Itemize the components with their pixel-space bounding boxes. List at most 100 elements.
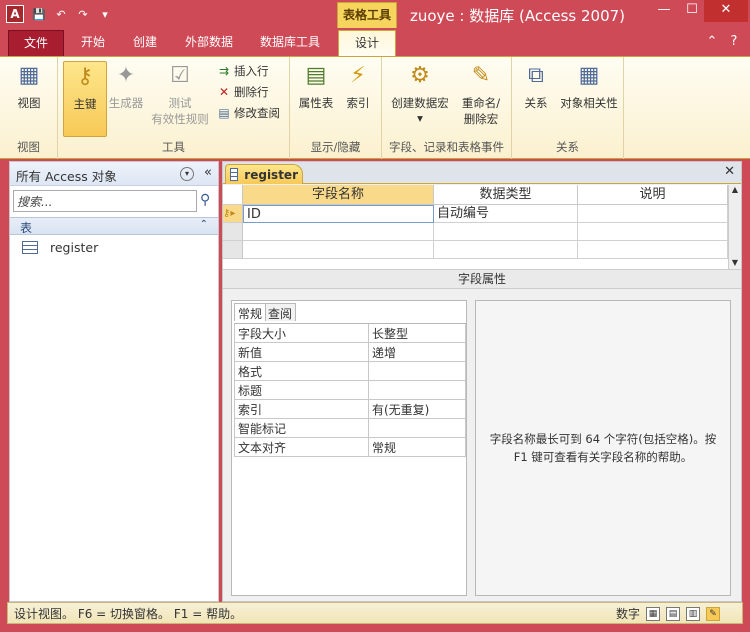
test-label-2: 有效性规则	[151, 112, 209, 126]
nav-search-input[interactable]: 搜索...	[13, 190, 197, 212]
relationships-button[interactable]: ⧉ 关系	[514, 61, 558, 111]
prop-value[interactable]	[369, 381, 465, 399]
delete-row-button[interactable]: ✕ 删除行	[216, 82, 269, 102]
doc-tab-register[interactable]: register	[225, 164, 303, 184]
group-title-events: 字段、记录和表格事件	[389, 140, 504, 154]
tab-general[interactable]: 常规	[234, 303, 267, 321]
group-title-show-hide: 显示/隐藏	[310, 140, 361, 154]
tab-design[interactable]: 设计	[338, 30, 396, 56]
empty-cell[interactable]	[243, 223, 434, 241]
table-row[interactable]: 标题	[234, 381, 466, 400]
group-title-view: 视图	[17, 140, 40, 154]
rename-label-2: 删除宏	[463, 112, 499, 126]
collapse-pane-icon[interactable]: «	[204, 165, 212, 180]
nav-item-register[interactable]: register	[22, 238, 98, 256]
empty-cell[interactable]	[243, 241, 434, 259]
prop-value[interactable]: 长整型	[369, 324, 465, 342]
table-row[interactable]: 文本对齐 常规	[234, 438, 466, 457]
prop-value[interactable]	[369, 362, 465, 380]
close-document-icon[interactable]: ✕	[724, 164, 735, 179]
group-relationships: ⧉ 关系 ▦ 对象相关性 关系	[512, 57, 624, 159]
grid-scrollbar[interactable]: ▲ ▼	[728, 185, 741, 269]
empty-cell[interactable]	[578, 241, 728, 259]
pivotchart-view-icon[interactable]: ▥	[686, 606, 700, 621]
tab-database-tools[interactable]: 数据库工具	[250, 30, 330, 56]
scroll-up-icon[interactable]: ▲	[729, 185, 741, 194]
minimize-icon[interactable]: —	[650, 0, 678, 22]
group-view: ▦ 视图 视图	[0, 57, 58, 159]
create-data-macro-button[interactable]: ⚙ 创建数据宏 ▾	[390, 61, 450, 125]
collapse-section-icon[interactable]: ⌃	[200, 219, 208, 230]
prop-key: 标题	[235, 381, 369, 399]
property-sheet-button[interactable]: ▤ 属性表	[294, 61, 338, 111]
primary-key-button[interactable]: ⚷ 主键	[63, 61, 107, 137]
search-icon[interactable]: ⚲	[200, 192, 210, 208]
table-row[interactable]	[578, 205, 728, 223]
rename-macro-icon: ✎	[471, 63, 491, 88]
document-tabs: register ✕	[223, 162, 741, 184]
key-icon: ⚷	[76, 64, 94, 89]
view-button[interactable]: ▦ 视图	[7, 61, 51, 111]
row-selector[interactable]	[223, 223, 243, 241]
empty-cell[interactable]	[434, 223, 578, 241]
pivottable-view-icon[interactable]: ▤	[666, 606, 680, 621]
tab-home[interactable]: 开始	[70, 30, 116, 56]
redo-icon[interactable]: ↷	[74, 6, 92, 24]
table-row[interactable]: 字段大小 长整型	[234, 324, 466, 343]
help-icon[interactable]: ?	[720, 32, 748, 54]
builder-button[interactable]: ✦ 生成器	[104, 61, 148, 111]
row-selector-key[interactable]: ⚷▸	[223, 205, 243, 223]
row-selector[interactable]	[223, 241, 243, 259]
table-row[interactable]: 新值 递增	[234, 343, 466, 362]
quick-access-toolbar: 💾 ↶ ↷ ▾	[30, 5, 114, 25]
prop-value[interactable]: 递增	[369, 343, 465, 361]
maximize-icon[interactable]: ☐	[678, 0, 706, 22]
builder-label: 生成器	[108, 96, 144, 110]
insert-row-button[interactable]: ⇉ 插入行	[216, 61, 269, 81]
header-field-name: 字段名称	[243, 185, 434, 205]
customize-qat-icon[interactable]: ▾	[96, 6, 114, 24]
empty-cell[interactable]	[578, 223, 728, 241]
modify-lookup-label: 修改查阅	[234, 106, 280, 120]
lookup-icon: ▤	[218, 106, 230, 120]
indexes-button[interactable]: ⚡ 索引	[336, 61, 380, 111]
table-row[interactable]: ID	[243, 205, 434, 223]
table-row[interactable]: 格式	[234, 362, 466, 381]
design-grid: 字段名称 数据类型 说明 ⚷▸ ID 自动编号	[223, 185, 728, 269]
close-icon[interactable]: ✕	[704, 0, 748, 22]
nav-section-tables[interactable]: 表 ⌃	[10, 217, 218, 235]
table-row[interactable]: 智能标记	[234, 419, 466, 438]
test-validation-button[interactable]: ☑ 测试 有效性规则	[148, 61, 212, 127]
prop-value[interactable]	[369, 419, 465, 437]
window-title: zuoye : 数据库 (Access 2007)	[410, 7, 626, 25]
object-dependencies-button[interactable]: ▦ 对象相关性	[558, 61, 620, 111]
table-row[interactable]: 索引 有(无重复)	[234, 400, 466, 419]
access-app-icon[interactable]: A	[6, 5, 24, 23]
datasheet-view-icon[interactable]: ▦	[646, 606, 660, 621]
prop-key: 智能标记	[235, 419, 369, 437]
primary-key-label: 主键	[73, 97, 97, 111]
dependencies-label: 对象相关性	[560, 96, 618, 110]
modify-lookup-button[interactable]: ▤ 修改查阅	[216, 103, 280, 123]
scroll-down-icon[interactable]: ▼	[729, 258, 741, 267]
table-icon	[230, 168, 239, 181]
prop-value[interactable]: 常规	[369, 438, 465, 456]
delete-row-label: 删除行	[234, 85, 269, 99]
design-view-icon[interactable]: ✎	[706, 606, 720, 621]
tab-external-data[interactable]: 外部数据	[174, 30, 244, 56]
tab-create[interactable]: 创建	[122, 30, 168, 56]
save-icon[interactable]: 💾	[30, 6, 48, 24]
rename-delete-macro-button[interactable]: ✎ 重命名/ 删除宏	[454, 61, 508, 127]
prop-key: 新值	[235, 343, 369, 361]
group-tools: ⚷ 主键 ✦ 生成器 ☑ 测试 有效性规则 ⇉ 插入行 ✕ 删除行 ▤ 修改查阅…	[58, 57, 290, 159]
nav-header[interactable]: 所有 Access 对象 ▾ «	[10, 162, 218, 186]
tab-lookup[interactable]: 查阅	[264, 303, 297, 321]
prop-value[interactable]: 有(无重复)	[369, 400, 465, 418]
field-properties-title: 字段属性	[223, 269, 741, 289]
empty-cell[interactable]	[434, 241, 578, 259]
nav-menu-icon[interactable]: ▾	[180, 167, 194, 181]
grid-corner	[223, 185, 243, 205]
table-row[interactable]: 自动编号	[434, 205, 578, 223]
undo-icon[interactable]: ↶	[52, 6, 70, 24]
tab-file[interactable]: 文件	[8, 30, 64, 56]
